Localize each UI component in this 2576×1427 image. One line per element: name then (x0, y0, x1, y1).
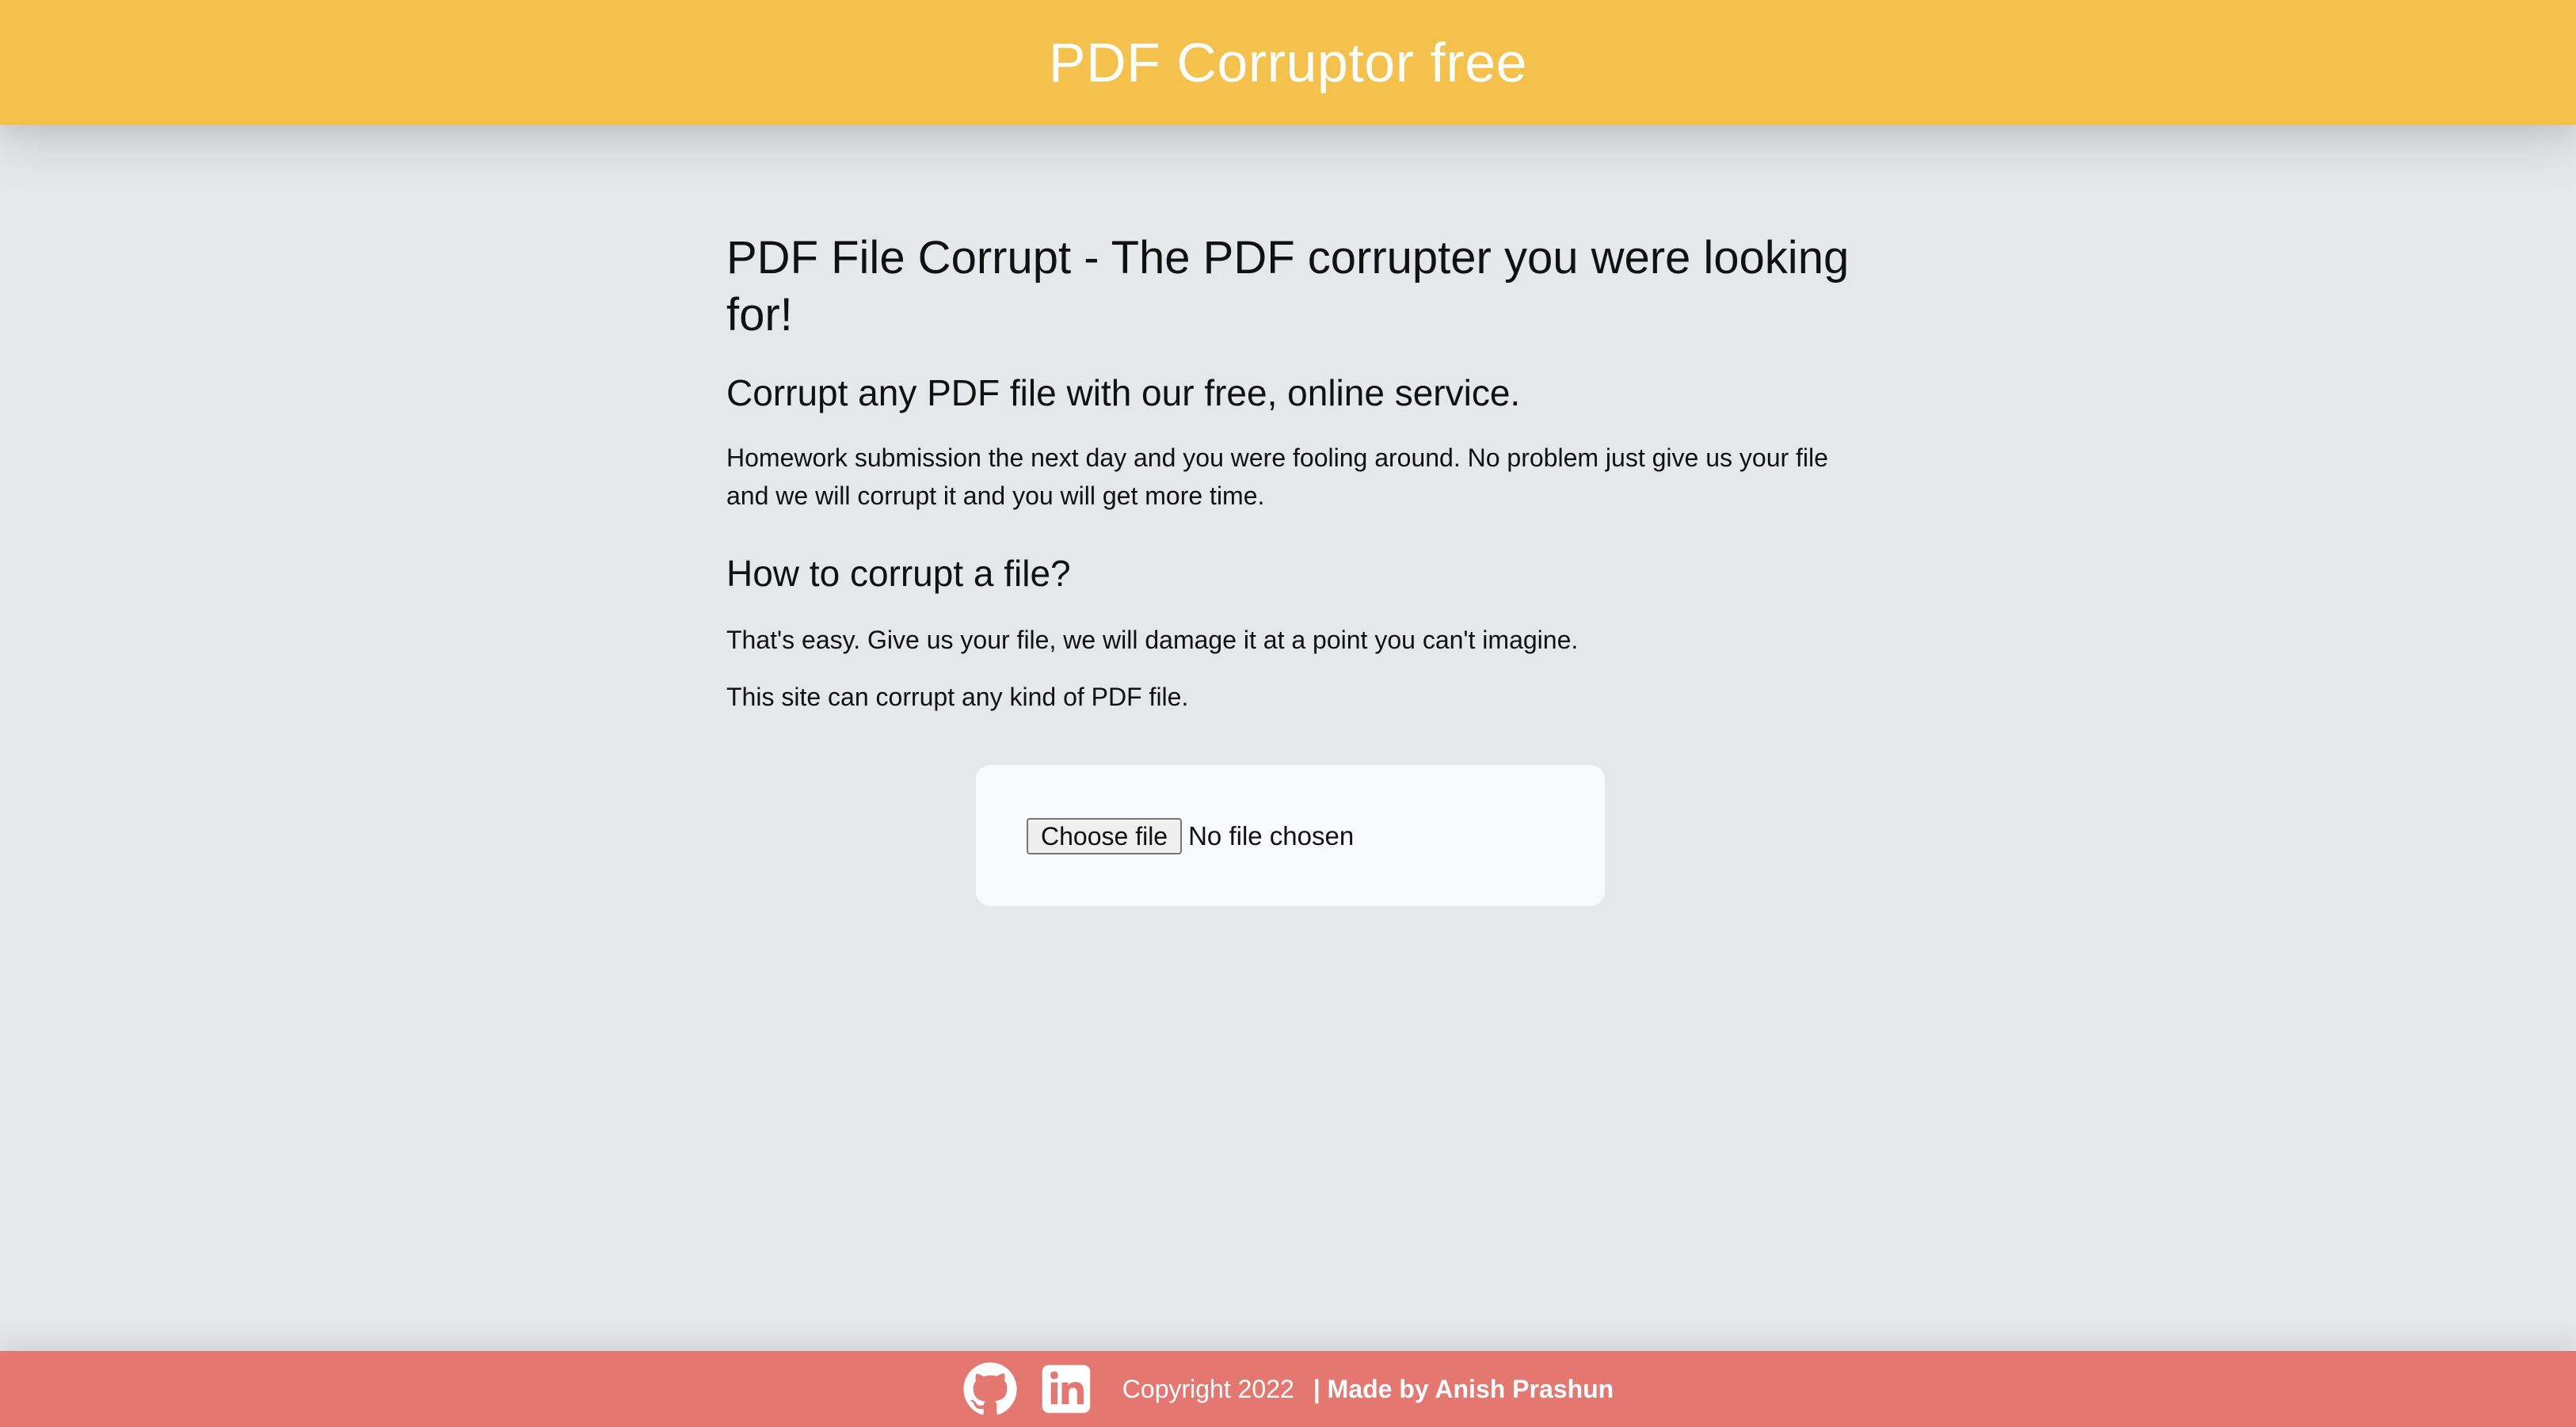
site-title: PDF Corruptor free (1048, 32, 1528, 93)
service-subheading: Corrupt any PDF file with our free, onli… (726, 372, 1521, 413)
github-icon[interactable] (962, 1361, 1018, 1417)
linkedin-icon[interactable] (1038, 1361, 1094, 1417)
file-upload-card: Choose file No file chosen (976, 765, 1605, 906)
file-picker: Choose file No file chosen (1027, 818, 1354, 854)
page-headline: PDF File Corrupt - The PDF corrupter you… (726, 232, 1850, 341)
supported-files-text: This site can corrupt any kind of PDF fi… (726, 683, 1189, 711)
copyright-text: Copyright 2022 (1122, 1374, 1294, 1403)
site-header: PDF Corruptor free (0, 0, 2576, 125)
how-to-heading: How to corrupt a file? (726, 553, 1071, 594)
site-footer: Copyright 2022 | Made by Anish Prashun (0, 1351, 2576, 1427)
file-status-text: No file chosen (1188, 821, 1355, 850)
intro-text: Homework submission the next day and you… (726, 443, 1828, 510)
content-section: PDF File Corrupt - The PDF corrupter you… (726, 230, 1867, 716)
choose-file-button[interactable]: Choose file (1027, 818, 1183, 854)
author-credit: | Made by Anish Prashun (1313, 1374, 1614, 1403)
footer-content: Copyright 2022 | Made by Anish Prashun (962, 1351, 1614, 1427)
how-to-text: That's easy. Give us your file, we will … (726, 626, 1579, 654)
